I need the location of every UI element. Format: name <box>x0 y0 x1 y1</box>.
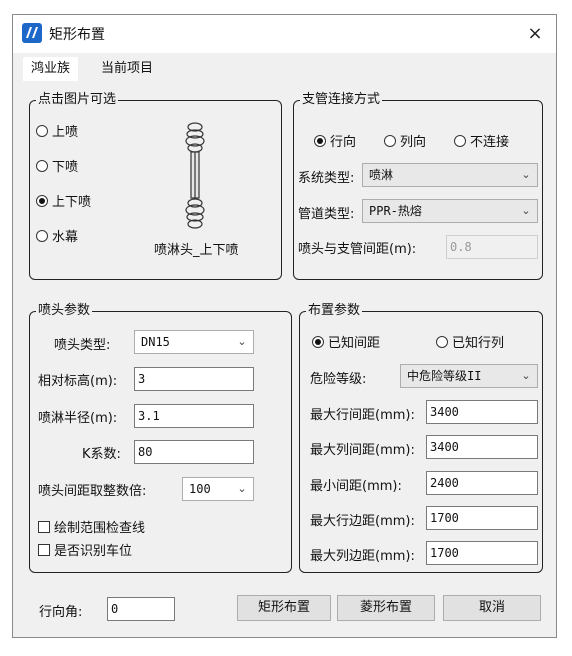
radio-circle <box>36 125 48 137</box>
hazard-level-value: 中危险等级II <box>407 369 482 383</box>
head-type-select[interactable]: DN15 ⌄ <box>134 330 254 354</box>
max-row-edge-label: 最大行边距(mm): <box>310 514 415 529</box>
radio-circle-checked <box>312 336 324 348</box>
radio-circle <box>436 336 448 348</box>
max-row-edge-input[interactable]: 1700 <box>426 506 538 530</box>
round-multiple-label: 喷头间距取整数倍: <box>38 484 147 499</box>
k-factor-label: K系数: <box>82 447 121 462</box>
radio-direction-none[interactable]: 不连接 <box>454 131 509 150</box>
group-title-layout: 布置参数 <box>306 302 363 320</box>
spray-radius-label: 喷淋半径(m): <box>38 411 118 426</box>
radio-known-rows-cols[interactable]: 已知行列 <box>436 332 504 351</box>
radio-label: 不连接 <box>470 135 510 150</box>
title-bar[interactable]: 矩形布置 × <box>13 15 556 53</box>
group-title-head: 喷头参数 <box>36 302 93 320</box>
pipe-type-label: 管道类型: <box>298 207 355 222</box>
close-icon[interactable]: × <box>524 23 546 45</box>
window-title: 矩形布置 <box>49 27 105 43</box>
elevation-label: 相对标高(m): <box>38 374 118 389</box>
radio-label: 列向 <box>400 135 427 150</box>
branch-connection-group: 支管连接方式 行向 列向 不连接 系统类型: 喷淋 ⌄ 管道类型: PPR-热熔… <box>293 91 543 280</box>
radio-circle-checked <box>36 195 48 207</box>
spray-radius-input[interactable]: 3.1 <box>134 404 254 428</box>
head-branch-distance-label: 喷头与支管间距(m): <box>298 242 417 257</box>
sprinkler-params-group: 喷头参数 喷头类型: DN15 ⌄ 相对标高(m): 3 喷淋半径(m): 3.… <box>29 302 292 573</box>
radio-circle <box>36 160 48 172</box>
max-row-spacing-label: 最大行间距(mm): <box>310 408 415 423</box>
radio-option-up[interactable]: 上喷 <box>36 121 78 140</box>
radio-label: 行向 <box>330 135 357 150</box>
head-type-value: DN15 <box>141 335 170 349</box>
radio-option-down[interactable]: 下喷 <box>36 156 78 175</box>
checkbox-parking[interactable]: 是否识别车位 <box>38 540 132 559</box>
head-type-label: 喷头类型: <box>54 338 111 353</box>
max-col-spacing-label: 最大列间距(mm): <box>310 443 415 458</box>
radio-circle <box>36 230 48 242</box>
max-row-spacing-input[interactable]: 3400 <box>426 400 538 424</box>
radio-label: 水幕 <box>52 230 79 245</box>
chevron-down-icon: ⌄ <box>237 482 247 495</box>
checkbox-box <box>38 544 50 556</box>
radio-label: 已知行列 <box>452 336 505 351</box>
chevron-down-icon: ⌄ <box>521 204 531 217</box>
radio-direction-column[interactable]: 列向 <box>384 131 426 150</box>
tab-hongye-family[interactable]: 鸿业族 <box>23 57 79 81</box>
pipe-type-select[interactable]: PPR-热熔 ⌄ <box>362 199 538 223</box>
app-logo-icon <box>22 23 42 43</box>
radio-label: 上下喷 <box>52 195 92 210</box>
row-angle-input[interactable]: 0 <box>107 597 175 621</box>
radio-label: 已知间距 <box>328 336 381 351</box>
checkbox-label: 是否识别车位 <box>54 544 133 559</box>
checkbox-label: 绘制范围检查线 <box>54 521 146 536</box>
row-angle-label: 行向角: <box>39 605 83 620</box>
radio-label: 上喷 <box>52 125 79 140</box>
dialog-window: 矩形布置 × 鸿业族 当前项目 点击图片可选 上喷 下喷 上下喷 水幕 喷淋头_… <box>12 14 557 638</box>
group-title-branch: 支管连接方式 <box>300 91 383 109</box>
system-type-select[interactable]: 喷淋 ⌄ <box>362 163 538 187</box>
radio-circle <box>454 135 466 147</box>
k-factor-input[interactable]: 80 <box>134 440 254 464</box>
chevron-down-icon: ⌄ <box>521 369 531 382</box>
checkbox-box <box>38 521 50 533</box>
tab-current-project[interactable]: 当前项目 <box>93 57 161 81</box>
diamond-layout-button[interactable]: 菱形布置 <box>337 595 435 621</box>
cancel-button[interactable]: 取消 <box>443 595 541 621</box>
tab-panel: 点击图片可选 上喷 下喷 上下喷 水幕 喷淋头_上下喷 支管连接方式 行向 列向… <box>21 81 549 629</box>
layout-params-group: 布置参数 已知间距 已知行列 危险等级: 中危险等级II ⌄ 最大行间距(mm)… <box>299 302 543 573</box>
round-multiple-value: 100 <box>189 482 211 496</box>
hazard-level-select[interactable]: 中危险等级II ⌄ <box>400 364 538 388</box>
round-multiple-select[interactable]: 100 ⌄ <box>182 477 254 501</box>
pipe-type-value: PPR-热熔 <box>369 204 422 218</box>
chevron-down-icon: ⌄ <box>521 168 531 181</box>
system-type-label: 系统类型: <box>298 171 355 186</box>
radio-circle <box>384 135 396 147</box>
max-col-edge-label: 最大列边距(mm): <box>310 549 415 564</box>
radio-circle-checked <box>314 135 326 147</box>
system-type-value: 喷淋 <box>369 168 394 182</box>
radio-direction-row[interactable]: 行向 <box>314 131 356 150</box>
head-branch-distance-input[interactable]: 0.8 <box>446 235 538 259</box>
radio-option-curtain[interactable]: 水幕 <box>36 226 78 245</box>
rect-layout-button[interactable]: 矩形布置 <box>237 595 331 621</box>
radio-option-updown[interactable]: 上下喷 <box>36 191 91 210</box>
checkbox-draw-range[interactable]: 绘制范围检查线 <box>38 517 145 536</box>
chevron-down-icon: ⌄ <box>237 335 247 348</box>
sprinkler-image-caption: 喷淋头_上下喷 <box>154 243 239 258</box>
min-spacing-label: 最小间距(mm): <box>310 479 402 494</box>
tab-strip: 鸿业族 当前项目 <box>13 53 556 81</box>
sprinkler-head-icon[interactable] <box>176 121 214 231</box>
min-spacing-input[interactable]: 2400 <box>426 471 538 495</box>
radio-label: 下喷 <box>52 160 79 175</box>
sprinkler-pick-group: 点击图片可选 上喷 下喷 上下喷 水幕 喷淋头_上下喷 <box>29 91 282 280</box>
max-col-spacing-input[interactable]: 3400 <box>426 435 538 459</box>
max-col-edge-input[interactable]: 1700 <box>426 541 538 565</box>
elevation-input[interactable]: 3 <box>134 367 254 391</box>
radio-known-spacing[interactable]: 已知间距 <box>312 332 380 351</box>
hazard-level-label: 危险等级: <box>310 372 367 387</box>
group-title-pick: 点击图片可选 <box>36 91 119 109</box>
